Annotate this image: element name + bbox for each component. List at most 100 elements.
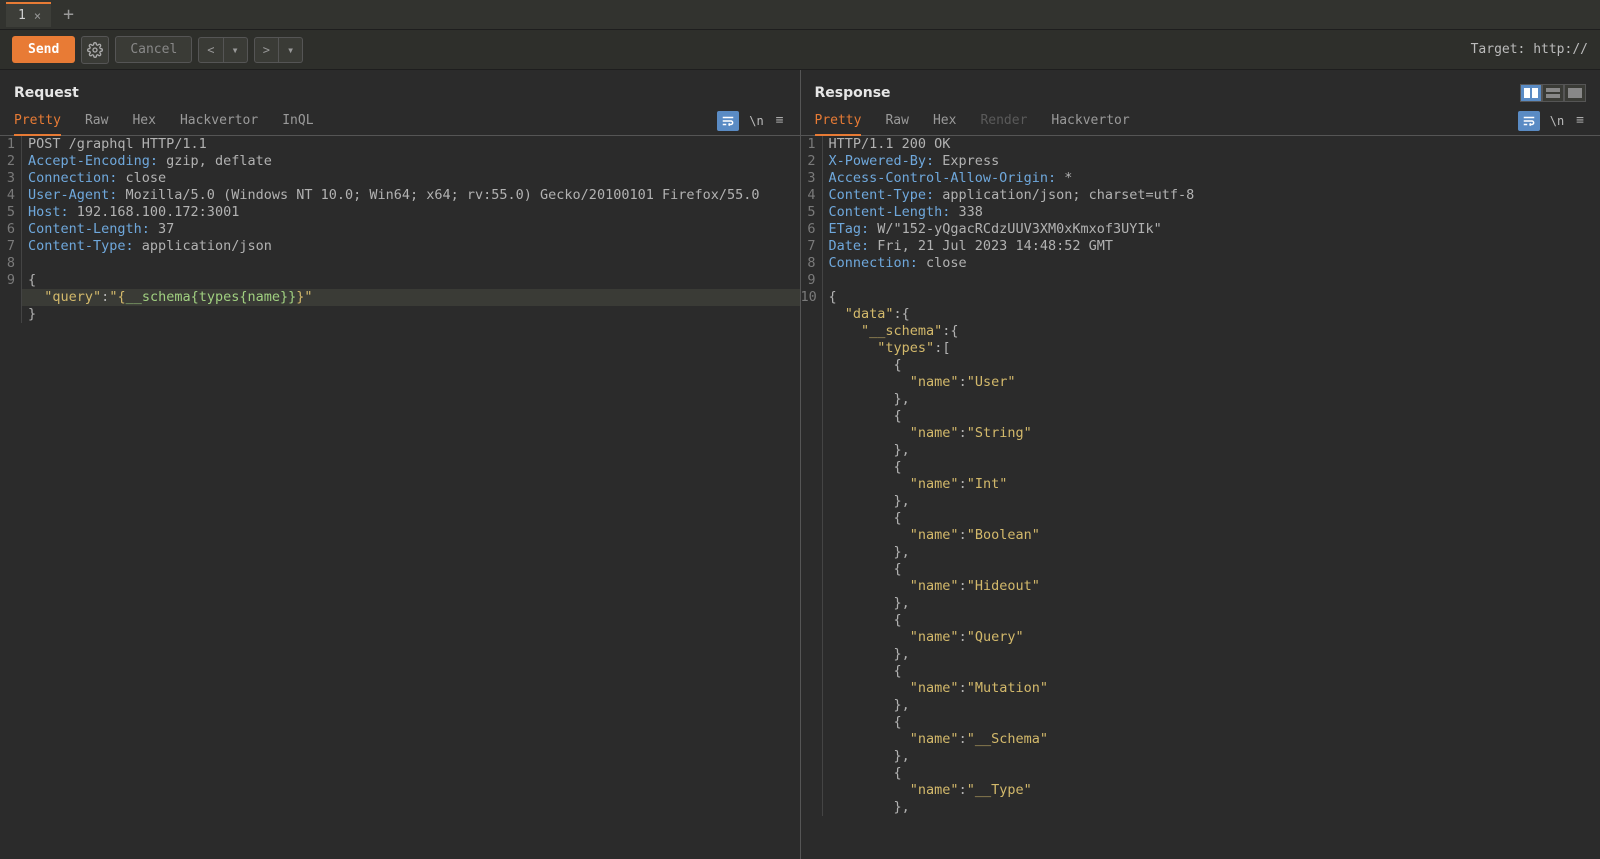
code-line[interactable]: 4User-Agent: Mozilla/5.0 (Windows NT 10.… [0, 187, 800, 204]
code-line[interactable]: 6Content-Length: 37 [0, 221, 800, 238]
code-line[interactable]: }, [801, 544, 1600, 561]
code-line[interactable]: 2X-Powered-By: Express [801, 153, 1600, 170]
line-content[interactable]: "name":"Query" [823, 629, 1600, 646]
line-content[interactable]: }, [823, 697, 1600, 714]
newline-icon[interactable]: \n [1550, 114, 1564, 128]
line-content[interactable]: "name":"Mutation" [823, 680, 1600, 697]
line-content[interactable]: Connection: close [22, 170, 800, 187]
line-content[interactable] [22, 255, 800, 272]
code-line[interactable]: { [801, 714, 1600, 731]
code-line[interactable]: }, [801, 595, 1600, 612]
tab-raw[interactable]: Raw [85, 107, 108, 134]
line-content[interactable]: HTTP/1.1 200 OK [823, 136, 1600, 153]
line-content[interactable]: "__schema":{ [823, 323, 1600, 340]
line-content[interactable]: Access-Control-Allow-Origin: * [823, 170, 1600, 187]
line-content[interactable]: } [22, 306, 800, 323]
code-line[interactable]: 8Connection: close [801, 255, 1600, 272]
code-line[interactable]: 6ETag: W/"152-yQgacRCdzUUV3XM0xKmxof3UYI… [801, 221, 1600, 238]
code-line[interactable]: "name":"Boolean" [801, 527, 1600, 544]
line-content[interactable]: "query":"{__schema{types{name}}}" [22, 289, 800, 306]
code-line[interactable]: { [801, 765, 1600, 782]
code-line[interactable]: 10{ [801, 289, 1600, 306]
line-content[interactable]: "data":{ [823, 306, 1600, 323]
code-line[interactable]: "name":"Query" [801, 629, 1600, 646]
history-prev-dropdown[interactable]: ▾ [224, 37, 248, 63]
line-content[interactable]: }, [823, 799, 1600, 816]
add-tab-icon[interactable]: + [57, 4, 80, 25]
code-line[interactable]: }, [801, 697, 1600, 714]
line-content[interactable]: { [823, 612, 1600, 629]
line-content[interactable]: Connection: close [823, 255, 1600, 272]
code-line[interactable]: { [801, 408, 1600, 425]
line-content[interactable]: }, [823, 442, 1600, 459]
code-line[interactable]: "name":"Mutation" [801, 680, 1600, 697]
code-line[interactable]: 4Content-Type: application/json; charset… [801, 187, 1600, 204]
code-line[interactable]: "name":"Int" [801, 476, 1600, 493]
line-content[interactable]: }, [823, 391, 1600, 408]
code-line[interactable]: 7Date: Fri, 21 Jul 2023 14:48:52 GMT [801, 238, 1600, 255]
request-editor[interactable]: 1POST /graphql HTTP/1.12Accept-Encoding:… [0, 136, 800, 859]
line-content[interactable]: { [823, 510, 1600, 527]
line-content[interactable]: { [823, 459, 1600, 476]
line-content[interactable]: { [823, 561, 1600, 578]
line-content[interactable]: }, [823, 748, 1600, 765]
code-line[interactable]: }, [801, 391, 1600, 408]
code-line[interactable]: "data":{ [801, 306, 1600, 323]
line-content[interactable]: "name":"Boolean" [823, 527, 1600, 544]
line-content[interactable]: ETag: W/"152-yQgacRCdzUUV3XM0xKmxof3UYIk… [823, 221, 1600, 238]
code-line[interactable]: }, [801, 493, 1600, 510]
tab-hex[interactable]: Hex [933, 107, 956, 134]
line-content[interactable]: { [823, 357, 1600, 374]
tab-inql[interactable]: InQL [282, 107, 313, 134]
code-line[interactable]: }, [801, 748, 1600, 765]
line-content[interactable]: "name":"__Type" [823, 782, 1600, 799]
line-content[interactable]: { [22, 272, 800, 289]
line-content[interactable]: Content-Type: application/json [22, 238, 800, 255]
repeater-tab[interactable]: 1 × [6, 2, 51, 27]
wrap-icon[interactable] [717, 111, 739, 131]
code-line[interactable]: 9{ [0, 272, 800, 289]
tab-pretty[interactable]: Pretty [815, 107, 862, 136]
layout-rows-icon[interactable] [1542, 84, 1564, 102]
line-content[interactable]: { [823, 663, 1600, 680]
newline-icon[interactable]: \n [749, 114, 763, 128]
line-content[interactable]: Accept-Encoding: gzip, deflate [22, 153, 800, 170]
code-line[interactable]: { [801, 612, 1600, 629]
code-line[interactable]: } [0, 306, 800, 323]
tab-hex[interactable]: Hex [132, 107, 155, 134]
tab-hackvertor[interactable]: Hackvertor [180, 107, 258, 134]
code-line[interactable]: }, [801, 646, 1600, 663]
line-content[interactable]: { [823, 408, 1600, 425]
code-line[interactable]: 1POST /graphql HTTP/1.1 [0, 136, 800, 153]
wrap-icon[interactable] [1518, 111, 1540, 131]
code-line[interactable]: "name":"__Type" [801, 782, 1600, 799]
layout-combined-icon[interactable] [1564, 84, 1586, 102]
code-line[interactable]: { [801, 459, 1600, 476]
code-line[interactable]: 7Content-Type: application/json [0, 238, 800, 255]
history-next-button[interactable]: > [254, 37, 279, 63]
code-line[interactable]: "name":"User" [801, 374, 1600, 391]
code-line[interactable]: 5Host: 192.168.100.172:3001 [0, 204, 800, 221]
layout-columns-icon[interactable] [1520, 84, 1542, 102]
line-content[interactable]: "name":"String" [823, 425, 1600, 442]
code-line[interactable]: 1HTTP/1.1 200 OK [801, 136, 1600, 153]
code-line[interactable]: 2Accept-Encoding: gzip, deflate [0, 153, 800, 170]
menu-icon[interactable]: ≡ [1574, 111, 1586, 130]
line-content[interactable]: }, [823, 544, 1600, 561]
send-button[interactable]: Send [12, 36, 75, 63]
code-line[interactable]: }, [801, 442, 1600, 459]
response-editor[interactable]: 1HTTP/1.1 200 OK2X-Powered-By: Express3A… [801, 136, 1600, 859]
code-line[interactable]: 8 [0, 255, 800, 272]
tab-raw[interactable]: Raw [885, 107, 908, 134]
line-content[interactable]: X-Powered-By: Express [823, 153, 1600, 170]
line-content[interactable]: "name":"User" [823, 374, 1600, 391]
code-line[interactable]: 3Connection: close [0, 170, 800, 187]
line-content[interactable]: Date: Fri, 21 Jul 2023 14:48:52 GMT [823, 238, 1600, 255]
line-content[interactable]: { [823, 765, 1600, 782]
line-content[interactable]: { [823, 289, 1600, 306]
line-content[interactable]: Content-Type: application/json; charset=… [823, 187, 1600, 204]
code-line[interactable]: 9 [801, 272, 1600, 289]
line-content[interactable]: "name":"Hideout" [823, 578, 1600, 595]
code-line[interactable]: 5Content-Length: 338 [801, 204, 1600, 221]
target-label[interactable]: Target: http:// [1471, 42, 1588, 57]
